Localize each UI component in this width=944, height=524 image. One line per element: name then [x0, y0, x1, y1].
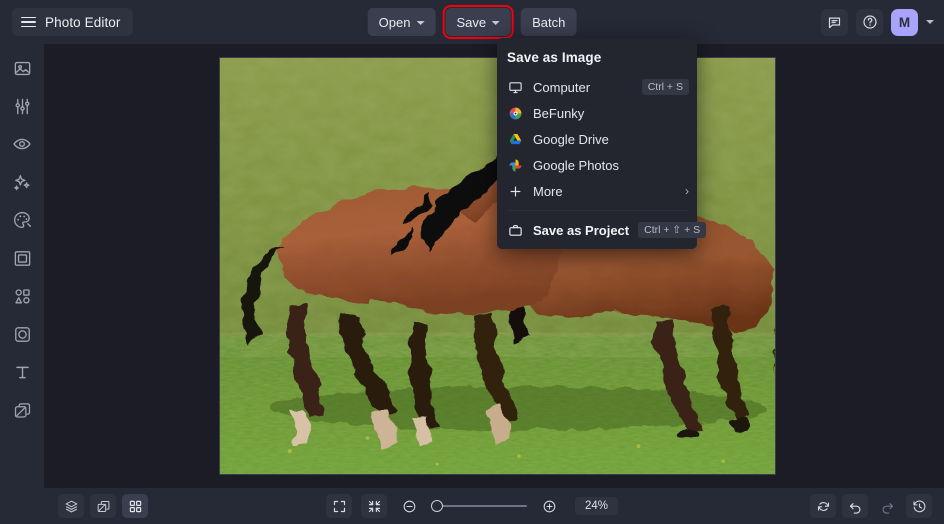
layers-button[interactable] [58, 494, 84, 518]
sliders-icon [14, 98, 30, 114]
sidebar-item-touch-up[interactable] [7, 132, 37, 156]
menu-item-label: Google Drive [533, 131, 609, 147]
sidebar-item-text[interactable] [7, 360, 37, 384]
undo-arrow-icon [849, 502, 860, 514]
hamburger-icon [21, 16, 36, 28]
menu-item-label: Computer [533, 79, 591, 95]
refresh-icon [817, 501, 829, 511]
eye-icon [13, 138, 31, 150]
plus-icon [507, 184, 524, 199]
app-menu-button[interactable]: Photo Editor [12, 8, 133, 36]
left-sidebar [0, 44, 44, 488]
menu-item-label: Save as Project [533, 222, 630, 238]
menu-item-label: BeFunky [533, 105, 585, 121]
duplicate-icon [97, 500, 109, 512]
zoom-slider-knob[interactable] [430, 500, 443, 512]
sidebar-item-artsy[interactable] [7, 208, 37, 232]
monitor-icon [507, 80, 524, 95]
menu-item-befunky[interactable]: BeFunky [497, 100, 697, 126]
save-dropdown-menu: Save as Image Computer Ctrl + S BeFunky … [497, 38, 707, 249]
redo-button[interactable] [874, 494, 900, 518]
help-button[interactable] [856, 8, 883, 36]
header-actions: M [821, 8, 934, 36]
menu-item-shortcut: Ctrl + ⇧ + S [638, 222, 707, 238]
palette-icon [13, 211, 32, 229]
zoom-in-button[interactable] [536, 494, 562, 518]
feedback-button[interactable] [821, 8, 848, 36]
actual-size-button[interactable] [360, 494, 387, 518]
menu-item-shortcut: Ctrl + S [641, 79, 689, 95]
frame-icon [14, 250, 30, 266]
chevron-down-icon [416, 20, 425, 25]
page-title: Photo Editor [45, 14, 121, 30]
menu-item-label: Google Photos [533, 157, 620, 173]
chevron-right-icon: › [685, 184, 689, 198]
plus-circle-icon [543, 500, 555, 512]
save-button[interactable]: Save [442, 5, 515, 39]
sidebar-item-image[interactable] [7, 56, 37, 80]
befunky-logo-icon [507, 106, 524, 121]
briefcase-icon [507, 223, 524, 238]
batch-button[interactable]: Batch [521, 8, 577, 36]
grid-button[interactable] [122, 494, 148, 518]
avatar-initial: M [898, 14, 911, 30]
bottom-toolbar: 24% [0, 488, 944, 524]
avatar[interactable]: M [891, 8, 918, 36]
zoom-slider-track [430, 505, 527, 507]
zoom-level[interactable]: 24% [574, 497, 619, 515]
sidebar-item-layers[interactable] [7, 398, 37, 422]
menu-item-google-photos[interactable]: Google Photos [497, 152, 697, 178]
sidebar-item-graphics[interactable] [7, 284, 37, 308]
open-button-label: Open [378, 14, 411, 30]
save-button-label: Save [456, 14, 487, 30]
header-toolbar: Open Save Batch [367, 5, 577, 39]
collapse-corners-icon [368, 500, 380, 512]
google-drive-icon [507, 132, 524, 147]
layers-icon [65, 500, 77, 512]
question-circle-icon [862, 15, 877, 29]
zoom-controls: 24% [325, 494, 619, 518]
zoom-slider[interactable] [430, 499, 527, 513]
menu-item-more[interactable]: More › [497, 178, 697, 204]
history-clock-icon [912, 499, 925, 512]
sparkles-icon [14, 175, 30, 191]
layers-stack-icon [14, 402, 30, 418]
history-button[interactable] [906, 494, 932, 518]
redo-arrow-icon [882, 502, 893, 514]
app-header: Photo Editor Open Save Batch M [0, 0, 944, 44]
image-icon [14, 61, 30, 75]
expand-corners-icon [333, 500, 345, 512]
open-button[interactable]: Open [367, 8, 436, 36]
overlay-icon [14, 326, 30, 342]
reset-button[interactable] [810, 494, 836, 518]
bottom-left-tools [58, 494, 148, 518]
photo-editor-app: Photo Editor Open Save Batch M Save as I… [0, 0, 944, 524]
save-menu-title: Save as Image [507, 50, 602, 65]
google-photos-icon [507, 158, 524, 173]
menu-item-save-as-project[interactable]: Save as Project Ctrl + ⇧ + S [497, 217, 707, 243]
menu-divider [507, 210, 687, 211]
sidebar-item-edit[interactable] [7, 94, 37, 118]
menu-item-google-drive[interactable]: Google Drive [497, 126, 697, 152]
sidebar-item-effects[interactable] [7, 170, 37, 194]
chat-bubble-icon [828, 17, 841, 28]
minus-circle-icon [403, 500, 415, 512]
menu-item-label: More [533, 183, 563, 199]
account-chevron-down-icon[interactable] [926, 20, 934, 24]
shapes-icon [14, 288, 30, 304]
menu-item-computer[interactable]: Computer Ctrl + S [497, 74, 697, 100]
fit-screen-button[interactable] [325, 494, 352, 518]
sidebar-item-frames[interactable] [7, 246, 37, 270]
undo-button[interactable] [842, 494, 868, 518]
sidebar-item-overlays[interactable] [7, 322, 37, 346]
editor-canvas[interactable] [44, 44, 944, 488]
bottom-right-tools [810, 494, 932, 518]
zoom-out-button[interactable] [396, 494, 422, 518]
transform-button[interactable] [90, 494, 116, 518]
batch-button-label: Batch [532, 14, 566, 30]
chevron-down-icon [492, 20, 501, 25]
text-icon [15, 366, 29, 378]
grid-icon [129, 500, 141, 512]
